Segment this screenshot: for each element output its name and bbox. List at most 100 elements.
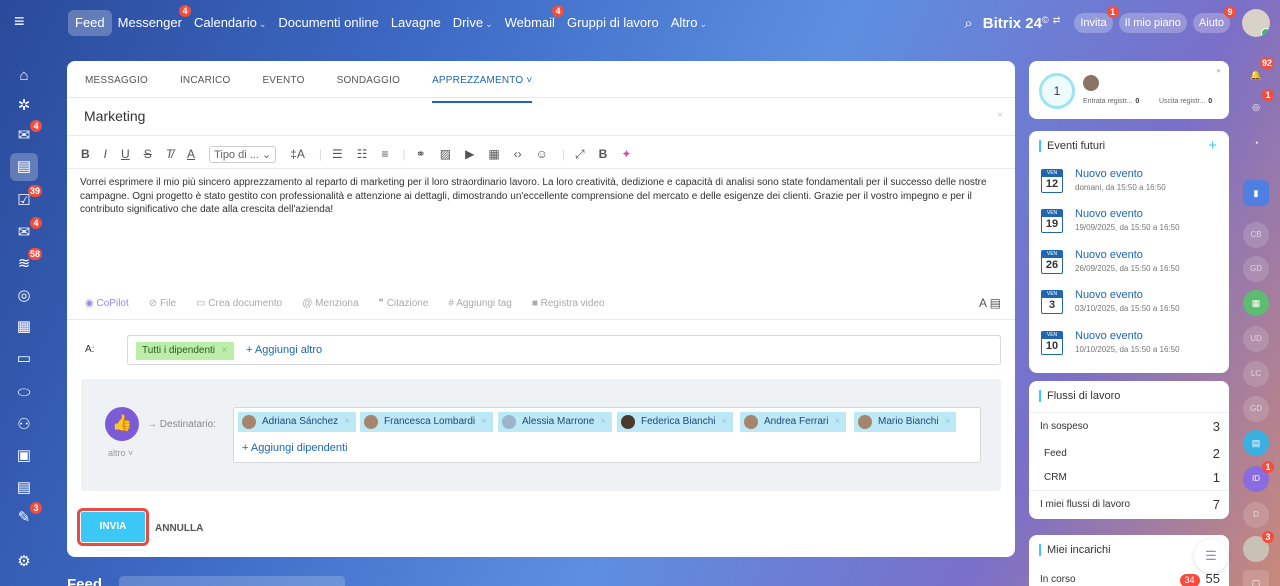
workflow-row[interactable]: CRM 1 bbox=[1044, 470, 1220, 485]
feed-icon[interactable]: ▤ bbox=[10, 153, 38, 181]
nav-webmail[interactable]: Webmail 4 bbox=[499, 5, 564, 36]
home-icon[interactable]: ⌂ bbox=[14, 66, 34, 86]
copilot-icon[interactable]: ◎ 1 bbox=[1243, 89, 1274, 120]
nav-documents[interactable]: Documenti online bbox=[272, 10, 384, 36]
quote-button[interactable]: ❞ Citazione bbox=[379, 298, 429, 309]
employees-field[interactable]: Adriana Sánchez × Francesca Lombardi × Ale… bbox=[233, 407, 981, 463]
nav-feed[interactable]: Feed bbox=[68, 10, 112, 36]
tab-event[interactable]: EVENTO bbox=[262, 73, 304, 95]
event-item[interactable]: VEN 12 Nuovo evento domani, da 15:50 a 16:5… bbox=[1041, 168, 1221, 199]
close-icon[interactable]: × bbox=[721, 416, 727, 427]
task-row[interactable]: In corso 34 55 bbox=[1040, 571, 1220, 586]
table-icon[interactable]: ▦ bbox=[488, 147, 499, 161]
contact-avatar[interactable]: GD bbox=[1243, 396, 1269, 422]
chat-group-avatar[interactable]: ▤ bbox=[1243, 430, 1269, 456]
invite-button[interactable]: Invita 1 bbox=[1074, 6, 1119, 33]
title-input[interactable]: Marketing bbox=[84, 108, 145, 124]
contact-avatar[interactable]: ID 1 bbox=[1243, 461, 1274, 492]
user-avatar[interactable]: 3 bbox=[1243, 531, 1274, 562]
workflow-row[interactable]: Feed 2 bbox=[1044, 446, 1220, 461]
menu-icon[interactable]: ≡ bbox=[14, 12, 32, 30]
message-body[interactable]: Vorrei esprimere il mio più sincero appr… bbox=[80, 176, 1008, 217]
send-button[interactable]: INVIA bbox=[77, 508, 149, 546]
format-toggle[interactable]: A ▤ bbox=[979, 296, 1001, 310]
badge-select[interactable]: altro ˅ bbox=[108, 448, 133, 458]
nav-messenger[interactable]: Messenger 4 bbox=[112, 5, 191, 36]
target-icon[interactable]: ◎ bbox=[14, 286, 34, 306]
employee-chip[interactable]: Federica Bianchi × bbox=[617, 412, 734, 432]
tab-poll[interactable]: SONDAGGIO bbox=[337, 73, 400, 95]
search-icon[interactable]: ⌕ bbox=[964, 15, 972, 32]
strike-button[interactable]: S bbox=[144, 147, 152, 161]
chat-icon[interactable]: ✉ 4 bbox=[14, 120, 42, 146]
fullscreen-icon[interactable]: ⤢ bbox=[575, 147, 585, 162]
tag-button[interactable]: # Aggiungi tag bbox=[448, 298, 511, 309]
contact-avatar[interactable]: LC bbox=[1243, 361, 1269, 387]
create-doc-button[interactable]: ▭ Crea documento bbox=[196, 298, 282, 309]
video-icon[interactable]: ▶ bbox=[465, 147, 474, 161]
close-icon[interactable]: × bbox=[834, 416, 840, 427]
close-icon[interactable]: × bbox=[481, 416, 487, 427]
close-icon[interactable]: × bbox=[997, 110, 1003, 121]
document-icon[interactable]: ▭ bbox=[14, 349, 34, 369]
tab-task[interactable]: INCARICO bbox=[180, 73, 231, 95]
tab-appreciation[interactable]: APPREZZAMENTO ˅ bbox=[432, 73, 533, 103]
contact-avatar[interactable]: UD bbox=[1243, 326, 1269, 352]
text-color-button[interactable]: A bbox=[187, 147, 195, 161]
nav-boards[interactable]: Lavagne bbox=[385, 10, 447, 36]
feed-search-input[interactable] bbox=[119, 576, 345, 586]
plan-button[interactable]: Il mio piano bbox=[1118, 13, 1187, 33]
event-item[interactable]: VEN 26 Nuovo evento 26/09/2025, da 15:50 a … bbox=[1041, 249, 1221, 280]
event-item[interactable]: VEN 19 Nuovo evento 19/09/2025, da 15:50 a … bbox=[1041, 208, 1221, 239]
tab-message[interactable]: MESSAGGIO bbox=[85, 73, 148, 95]
chat-icon[interactable]: ◔ bbox=[1243, 130, 1269, 156]
add-icon[interactable]: + bbox=[1208, 137, 1217, 154]
nav-drive[interactable]: Drive ⌄ bbox=[447, 10, 499, 36]
filter-icon[interactable]: ≋ 58 bbox=[14, 248, 42, 274]
drive-icon[interactable]: ⬭ bbox=[14, 383, 34, 403]
image-icon[interactable]: ▨ bbox=[440, 147, 451, 161]
contact-avatar[interactable]: GD bbox=[1243, 256, 1269, 282]
group-avatar[interactable]: ▦ bbox=[1243, 290, 1269, 316]
numbered-list-icon[interactable]: ☰ bbox=[332, 147, 343, 161]
event-item[interactable]: VEN 10 Nuovo evento 10/10/2025, da 15:50 a … bbox=[1041, 330, 1221, 361]
list-menu-icon[interactable]: ☰ bbox=[1194, 539, 1228, 573]
contact-avatar[interactable]: CB bbox=[1243, 222, 1269, 248]
add-more-link[interactable]: + Aggiungi altro bbox=[246, 344, 322, 356]
nav-workgroups[interactable]: Gruppi di lavoro bbox=[561, 10, 665, 36]
font-size-button[interactable]: ‡A bbox=[290, 147, 305, 161]
workflow-row[interactable]: In sospeso 3 bbox=[1040, 419, 1220, 434]
help-button[interactable]: Aiuto 9 bbox=[1192, 6, 1236, 33]
clear-format-button[interactable]: T̸ bbox=[166, 147, 173, 161]
schedule-icon[interactable]: ▤ bbox=[14, 478, 34, 498]
recipients-field[interactable]: Tutti i dipendenti × + Aggiungi altro bbox=[127, 335, 1001, 365]
employee-chip[interactable]: Mario Bianchi × bbox=[854, 412, 957, 432]
user-avatar[interactable] bbox=[1242, 9, 1270, 37]
employee-chip[interactable]: Adriana Sánchez × bbox=[238, 412, 357, 432]
copilot-icon[interactable]: ✲ bbox=[14, 96, 34, 116]
gear-icon[interactable]: ⚙ bbox=[14, 552, 34, 572]
style-select[interactable]: Tipo di ... ⌄ bbox=[209, 145, 277, 163]
align-icon[interactable]: ≡ bbox=[382, 147, 389, 161]
underline-button[interactable]: U bbox=[121, 147, 130, 161]
event-item[interactable]: VEN 3 Nuovo evento 03/10/2025, da 15:50 a 1… bbox=[1041, 289, 1221, 320]
close-icon[interactable]: × bbox=[222, 345, 228, 356]
close-icon[interactable]: × bbox=[945, 416, 951, 427]
mention-button[interactable]: @ Menziona bbox=[302, 298, 358, 309]
bookmark-icon[interactable]: ▮ bbox=[1243, 180, 1269, 206]
bullet-list-icon[interactable]: ☷ bbox=[357, 147, 368, 161]
contact-avatar[interactable]: D bbox=[1243, 502, 1269, 528]
nav-more[interactable]: Altro ⌄ bbox=[665, 10, 713, 36]
close-icon[interactable]: × bbox=[600, 416, 606, 427]
copilot-button[interactable]: ◉ CoPilot bbox=[85, 298, 129, 309]
copilot-image-icon[interactable]: ✦ bbox=[621, 147, 631, 161]
workflow-row[interactable]: I miei flussi di lavoro 7 bbox=[1040, 497, 1220, 512]
bell-icon[interactable]: 🔔 92 bbox=[1243, 57, 1274, 88]
employee-chip[interactable]: Francesca Lombardi × bbox=[360, 412, 493, 432]
mail-icon[interactable]: ✉ 4 bbox=[14, 217, 42, 243]
employee-chip[interactable]: Andrea Ferrari × bbox=[740, 412, 847, 432]
employee-chip[interactable]: Alessia Marrone × bbox=[498, 412, 613, 432]
code-icon[interactable]: ‹› bbox=[514, 147, 522, 161]
tasks-icon[interactable]: ☑ 39 bbox=[14, 185, 42, 211]
emoji-icon[interactable]: ☺ bbox=[536, 147, 548, 161]
